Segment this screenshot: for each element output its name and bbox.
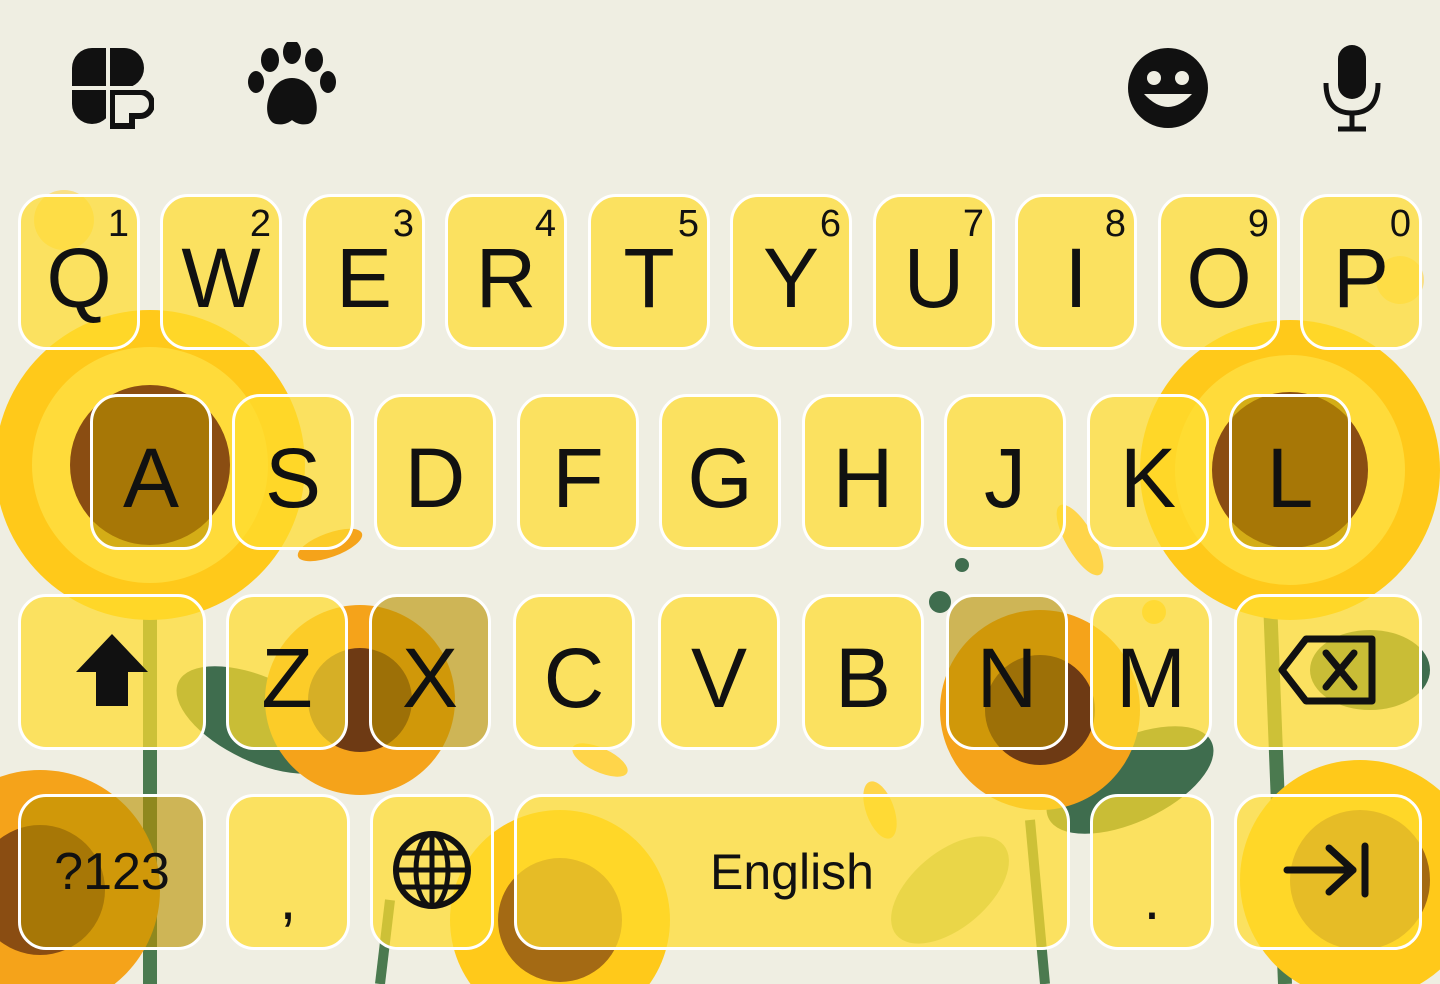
shift-key[interactable] — [18, 594, 206, 750]
key-u-hint: 7 — [962, 203, 984, 245]
key-r[interactable]: 4 R — [445, 194, 567, 350]
symbols-key[interactable]: ?123 — [18, 794, 206, 950]
key-l-label: L — [1266, 431, 1314, 525]
key-b-label: B — [834, 631, 892, 725]
key-y-label: Y — [762, 231, 820, 325]
key-w[interactable]: 2 W — [160, 194, 282, 350]
key-e[interactable]: 3 E — [303, 194, 425, 350]
key-o-hint: 9 — [1247, 203, 1269, 245]
key-x-label: X — [401, 631, 459, 725]
key-y-hint: 6 — [819, 203, 841, 245]
key-i-label: I — [1064, 231, 1088, 325]
key-f-label: F — [552, 431, 604, 525]
key-w-label: W — [181, 231, 261, 325]
key-i[interactable]: 8 I — [1015, 194, 1137, 350]
key-s[interactable]: S — [232, 394, 354, 550]
backspace-icon — [1278, 635, 1378, 710]
clover-icon[interactable] — [60, 40, 156, 136]
space-key-label: English — [710, 844, 874, 900]
key-a-label: A — [122, 431, 180, 525]
key-p-hint: 0 — [1389, 203, 1411, 245]
key-c[interactable]: C — [513, 594, 635, 750]
key-v-label: V — [690, 631, 748, 725]
enter-key[interactable] — [1234, 794, 1422, 950]
key-m[interactable]: M — [1090, 594, 1212, 750]
key-n[interactable]: N — [946, 594, 1068, 750]
key-o-label: O — [1186, 231, 1252, 325]
key-t-hint: 5 — [677, 203, 699, 245]
key-a[interactable]: A — [90, 394, 212, 550]
key-w-hint: 2 — [249, 203, 271, 245]
key-u-label: U — [903, 231, 965, 325]
symbols-key-label: ?123 — [54, 843, 170, 901]
key-x[interactable]: X — [369, 594, 491, 750]
emoji-icon[interactable] — [1120, 40, 1216, 136]
globe-icon — [391, 829, 473, 916]
key-q[interactable]: 1 Q — [18, 194, 140, 350]
language-key[interactable] — [370, 794, 494, 950]
key-m-label: M — [1116, 631, 1186, 725]
comma-key[interactable]: , — [226, 794, 350, 950]
key-p-label: P — [1332, 231, 1390, 325]
tab-arrow-icon — [1283, 840, 1373, 905]
key-d[interactable]: D — [374, 394, 496, 550]
key-g-label: G — [687, 431, 753, 525]
key-r-label: R — [475, 231, 537, 325]
backspace-key[interactable] — [1234, 594, 1422, 750]
key-o[interactable]: 9 O — [1158, 194, 1280, 350]
key-z-label: Z — [261, 631, 313, 725]
key-g[interactable]: G — [659, 394, 781, 550]
key-r-hint: 4 — [534, 203, 556, 245]
key-t-label: T — [623, 231, 675, 325]
key-t[interactable]: 5 T — [588, 194, 710, 350]
key-d-label: D — [404, 431, 466, 525]
key-l[interactable]: L — [1229, 394, 1351, 550]
key-z[interactable]: Z — [226, 594, 348, 750]
key-v[interactable]: V — [658, 594, 780, 750]
paw-icon[interactable] — [244, 40, 340, 136]
key-j-label: J — [984, 431, 1026, 525]
key-h-label: H — [832, 431, 894, 525]
key-c-label: C — [543, 631, 605, 725]
key-e-label: E — [335, 231, 393, 325]
key-q-hint: 1 — [107, 203, 129, 245]
key-i-hint: 8 — [1104, 203, 1126, 245]
key-j[interactable]: J — [944, 394, 1066, 550]
comma-key-label: , — [279, 865, 297, 932]
key-e-hint: 3 — [392, 203, 414, 245]
period-key[interactable]: . — [1090, 794, 1214, 950]
key-u[interactable]: 7 U — [873, 194, 995, 350]
key-b[interactable]: B — [802, 594, 924, 750]
key-q-label: Q — [46, 231, 112, 325]
key-f[interactable]: F — [517, 394, 639, 550]
key-s-label: S — [264, 431, 322, 525]
key-y[interactable]: 6 Y — [730, 194, 852, 350]
shift-arrow-icon — [72, 630, 152, 715]
key-k[interactable]: K — [1087, 394, 1209, 550]
space-key[interactable]: English — [514, 794, 1070, 950]
key-h[interactable]: H — [802, 394, 924, 550]
period-key-label: . — [1143, 865, 1161, 932]
key-k-label: K — [1119, 431, 1177, 525]
microphone-icon[interactable] — [1304, 40, 1400, 136]
key-p[interactable]: 0 P — [1300, 194, 1422, 350]
keyboard: 1 Q 2 W 3 E 4 R 5 T 6 Y 7 U 8 I 9 O 0 P … — [0, 0, 1440, 984]
key-n-label: N — [976, 631, 1038, 725]
